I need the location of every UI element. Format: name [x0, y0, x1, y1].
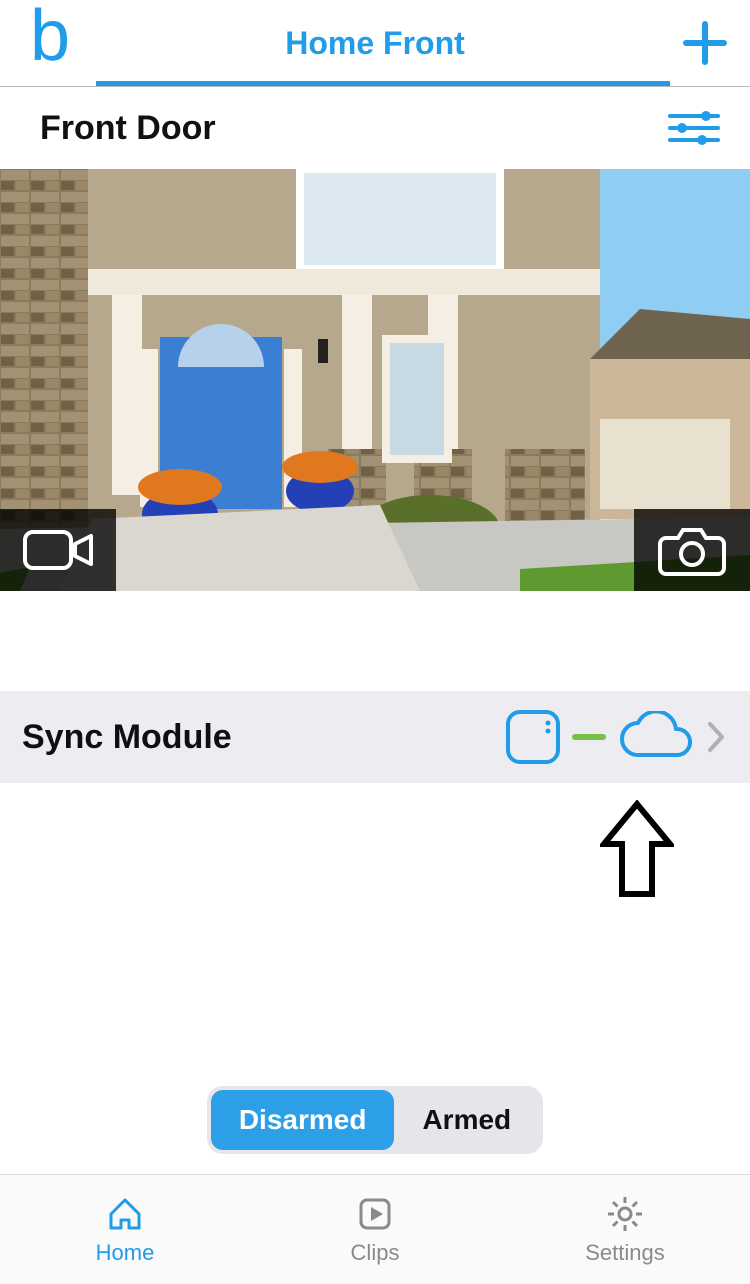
tab-settings-label: Settings [585, 1240, 665, 1266]
sync-module-icon [504, 708, 562, 766]
tab-settings[interactable]: Settings [500, 1175, 750, 1284]
camera-title: Front Door [40, 109, 216, 148]
clips-icon [355, 1194, 395, 1234]
active-tab-underline [96, 81, 670, 86]
armed-button[interactable]: Armed [394, 1090, 539, 1150]
tab-clips[interactable]: Clips [250, 1175, 500, 1284]
chevron-right-icon [706, 720, 728, 754]
pointer-arrow-annotation [600, 800, 674, 898]
camera-settings-button[interactable] [666, 100, 722, 156]
disarmed-button[interactable]: Disarmed [211, 1090, 395, 1150]
sync-status-graphic [504, 708, 694, 766]
tab-home[interactable]: Home [0, 1175, 250, 1284]
tab-clips-label: Clips [351, 1240, 400, 1266]
connection-line-icon [572, 734, 606, 740]
arm-segment-control: Disarmed Armed [0, 1086, 750, 1154]
sync-module-label: Sync Module [22, 718, 232, 757]
add-device-button[interactable] [678, 16, 732, 70]
camera-header-row: Front Door [0, 87, 750, 169]
plus-icon [682, 20, 728, 66]
system-name-tab[interactable]: Home Front [0, 0, 750, 86]
sync-module-row[interactable]: Sync Module [0, 691, 750, 783]
tab-bar: Home Clips Settings [0, 1174, 750, 1284]
live-view-button[interactable] [0, 509, 116, 591]
top-bar: b Home Front [0, 0, 750, 86]
sliders-icon [668, 108, 720, 148]
settings-gear-icon [605, 1194, 645, 1234]
tab-home-label: Home [96, 1240, 155, 1266]
home-icon [105, 1194, 145, 1234]
camera-icon [656, 524, 728, 576]
snapshot-button[interactable] [634, 509, 750, 591]
video-camera-icon [21, 526, 95, 574]
camera-thumbnail[interactable] [0, 169, 750, 591]
cloud-icon [616, 711, 694, 763]
